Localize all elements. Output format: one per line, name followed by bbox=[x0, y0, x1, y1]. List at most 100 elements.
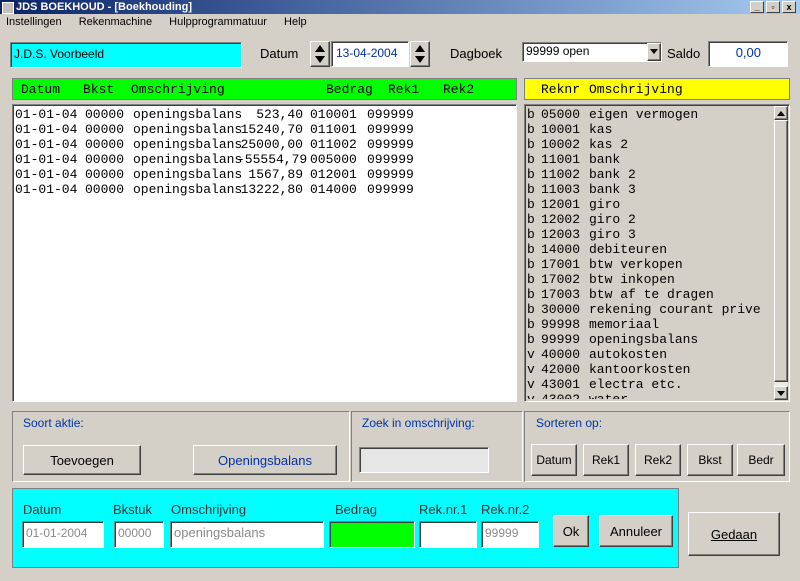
sort-datum-button[interactable]: Datum bbox=[531, 444, 577, 476]
account-nr: 05000 bbox=[541, 107, 581, 122]
col-rek1[interactable]: Rek1 bbox=[388, 80, 419, 99]
openingsbalans-button[interactable]: Openingsbalans bbox=[193, 445, 337, 475]
saldo-field: 0,00 bbox=[708, 41, 788, 67]
list-item[interactable]: v 43002 water bbox=[527, 392, 773, 399]
table-row[interactable]: 01-01-04 00000 openingsbalans 15240,70 01100… bbox=[15, 122, 513, 137]
gedaan-button[interactable]: Gedaan bbox=[688, 512, 780, 556]
zoek-label: Zoek in omschrijving: bbox=[362, 416, 475, 430]
table-row[interactable]: 01-01-04 00000 openingsbalans -55554,79 0050… bbox=[15, 152, 513, 167]
list-item[interactable]: b 11001 bank bbox=[527, 152, 773, 167]
entry-omschrijving-field[interactable]: openingsbalans bbox=[170, 521, 324, 548]
account-desc: kas bbox=[589, 122, 613, 137]
sort-bedr-button[interactable]: Bedr bbox=[737, 444, 785, 476]
annuleer-button[interactable]: Annuleer bbox=[599, 515, 673, 547]
dropdown-button[interactable] bbox=[647, 43, 661, 61]
menu-rekenmachine[interactable]: Rekenmachine bbox=[79, 16, 152, 28]
account-type: b bbox=[527, 332, 535, 347]
table-row[interactable]: 01-01-04 00000 openingsbalans 1567,89 012001… bbox=[15, 167, 513, 182]
sort-rek2-button[interactable]: Rek2 bbox=[635, 444, 681, 476]
col-bedrag[interactable]: Bedrag bbox=[326, 80, 373, 99]
list-item[interactable]: b 30000 rekening courant prive bbox=[527, 302, 773, 317]
close-button[interactable]: x bbox=[782, 1, 796, 13]
account-nr: 11002 bbox=[541, 167, 581, 182]
col-datum[interactable]: Datum bbox=[21, 80, 60, 99]
account-nr: 14000 bbox=[541, 242, 581, 257]
cell-bkst: 00000 bbox=[85, 182, 125, 197]
account-desc: kas 2 bbox=[589, 137, 629, 152]
col-reknr[interactable]: Reknr bbox=[541, 80, 580, 99]
ok-button[interactable]: Ok bbox=[553, 515, 589, 547]
list-item[interactable]: b 17003 btw af te dragen bbox=[527, 287, 773, 302]
cell-rek2: 099999 bbox=[367, 122, 414, 137]
list-item[interactable]: b 99998 memoriaal bbox=[527, 317, 773, 332]
sorteren-group: Sorteren op: Datum Rek1 Rek2 Bkst Bedr bbox=[524, 411, 790, 482]
toevoegen-button[interactable]: Toevoegen bbox=[23, 445, 141, 475]
account-desc: bank 3 bbox=[589, 182, 636, 197]
table-row[interactable]: 01-01-04 00000 openingsbalans 523,40 010001 0… bbox=[15, 107, 513, 122]
list-item[interactable]: b 11003 bank 3 bbox=[527, 182, 773, 197]
account-nr: 43001 bbox=[541, 377, 581, 392]
table-row[interactable]: 01-01-04 00000 openingsbalans 13222,80 01400… bbox=[15, 182, 513, 197]
date-prev-spinner[interactable] bbox=[310, 41, 330, 67]
chevron-down-icon bbox=[777, 390, 785, 396]
account-nr: 11001 bbox=[541, 152, 581, 167]
chevron-up-icon bbox=[777, 110, 785, 116]
list-item[interactable]: b 12001 giro bbox=[527, 197, 773, 212]
col-acc-omschrijving[interactable]: Omschrijving bbox=[589, 80, 683, 99]
list-item[interactable]: b 05000 eigen vermogen bbox=[527, 107, 773, 122]
entry-reknr2-field[interactable]: 99999 bbox=[481, 521, 539, 548]
col-bkst[interactable]: Bkst bbox=[83, 80, 114, 99]
list-item[interactable]: b 11002 bank 2 bbox=[527, 167, 773, 182]
menu-hulpprogrammatuur[interactable]: Hulpprogrammatuur bbox=[169, 16, 267, 28]
list-item[interactable]: b 14000 debiteuren bbox=[527, 242, 773, 257]
date-next-spinner[interactable] bbox=[410, 41, 430, 67]
list-item[interactable]: b 10001 kas bbox=[527, 122, 773, 137]
dagboek-select[interactable]: 99999 open bbox=[522, 42, 662, 62]
account-type: b bbox=[527, 137, 535, 152]
account-nr: 12002 bbox=[541, 212, 581, 227]
cell-rek1: 011001 bbox=[310, 122, 357, 137]
scroll-down-button[interactable] bbox=[774, 386, 788, 400]
menu-instellingen[interactable]: Instellingen bbox=[6, 16, 62, 28]
journal-list[interactable]: 01-01-04 00000 openingsbalans 523,40 010001 0… bbox=[12, 104, 517, 402]
account-type: b bbox=[527, 197, 535, 212]
list-item[interactable]: v 43001 electra etc. bbox=[527, 377, 773, 392]
accounts-scrollbar[interactable] bbox=[774, 106, 788, 400]
list-item[interactable]: b 17001 btw verkopen bbox=[527, 257, 773, 272]
entry-bedrag-field[interactable] bbox=[329, 521, 415, 548]
col-omschrijving[interactable]: Omschrijving bbox=[131, 80, 225, 99]
account-desc: giro 2 bbox=[589, 212, 636, 227]
entry-reknr1-label: Rek.nr.1 bbox=[419, 502, 468, 517]
minimize-button[interactable]: _ bbox=[750, 1, 764, 13]
list-item[interactable]: b 17002 btw inkopen bbox=[527, 272, 773, 287]
list-item[interactable]: b 99999 openingsbalans bbox=[527, 332, 773, 347]
account-nr: 12001 bbox=[541, 197, 581, 212]
accounts-list[interactable]: b 05000 eigen vermogen b 10001 kas b 10002 kas 2… bbox=[524, 104, 790, 402]
list-item[interactable]: v 40000 autokosten bbox=[527, 347, 773, 362]
datum-field[interactable]: 13-04-2004 bbox=[331, 41, 409, 67]
entry-datum-field[interactable]: 01-01-2004 bbox=[22, 521, 104, 548]
table-row[interactable]: 01-01-04 00000 openingsbalans 25000,00 01100… bbox=[15, 137, 513, 152]
account-desc: memoriaal bbox=[589, 317, 660, 332]
account-desc: debiteuren bbox=[589, 242, 668, 257]
entry-datum-label: Datum bbox=[23, 502, 62, 517]
entry-bkstuk-field[interactable]: 00000 bbox=[114, 521, 164, 548]
menu-help[interactable]: Help bbox=[284, 16, 307, 28]
account-type: v bbox=[527, 377, 535, 392]
restore-button[interactable]: ▫ bbox=[766, 1, 780, 13]
cell-bedrag: 523,40 bbox=[256, 107, 303, 122]
scroll-thumb[interactable] bbox=[774, 120, 788, 382]
sort-bkst-button[interactable]: Bkst bbox=[687, 444, 733, 476]
account-desc: water bbox=[589, 392, 628, 399]
list-item[interactable]: b 10002 kas 2 bbox=[527, 137, 773, 152]
list-item[interactable]: b 12003 giro 3 bbox=[527, 227, 773, 242]
col-rek2[interactable]: Rek2 bbox=[443, 80, 474, 99]
cell-omschrijving: openingsbalans bbox=[133, 167, 243, 182]
entry-reknr1-field[interactable] bbox=[419, 521, 477, 548]
sort-rek1-button[interactable]: Rek1 bbox=[583, 444, 629, 476]
zoek-input[interactable] bbox=[359, 447, 489, 473]
list-item[interactable]: v 42000 kantoorkosten bbox=[527, 362, 773, 377]
scroll-up-button[interactable] bbox=[774, 106, 788, 120]
list-item[interactable]: b 12002 giro 2 bbox=[527, 212, 773, 227]
account-type: b bbox=[527, 302, 535, 317]
